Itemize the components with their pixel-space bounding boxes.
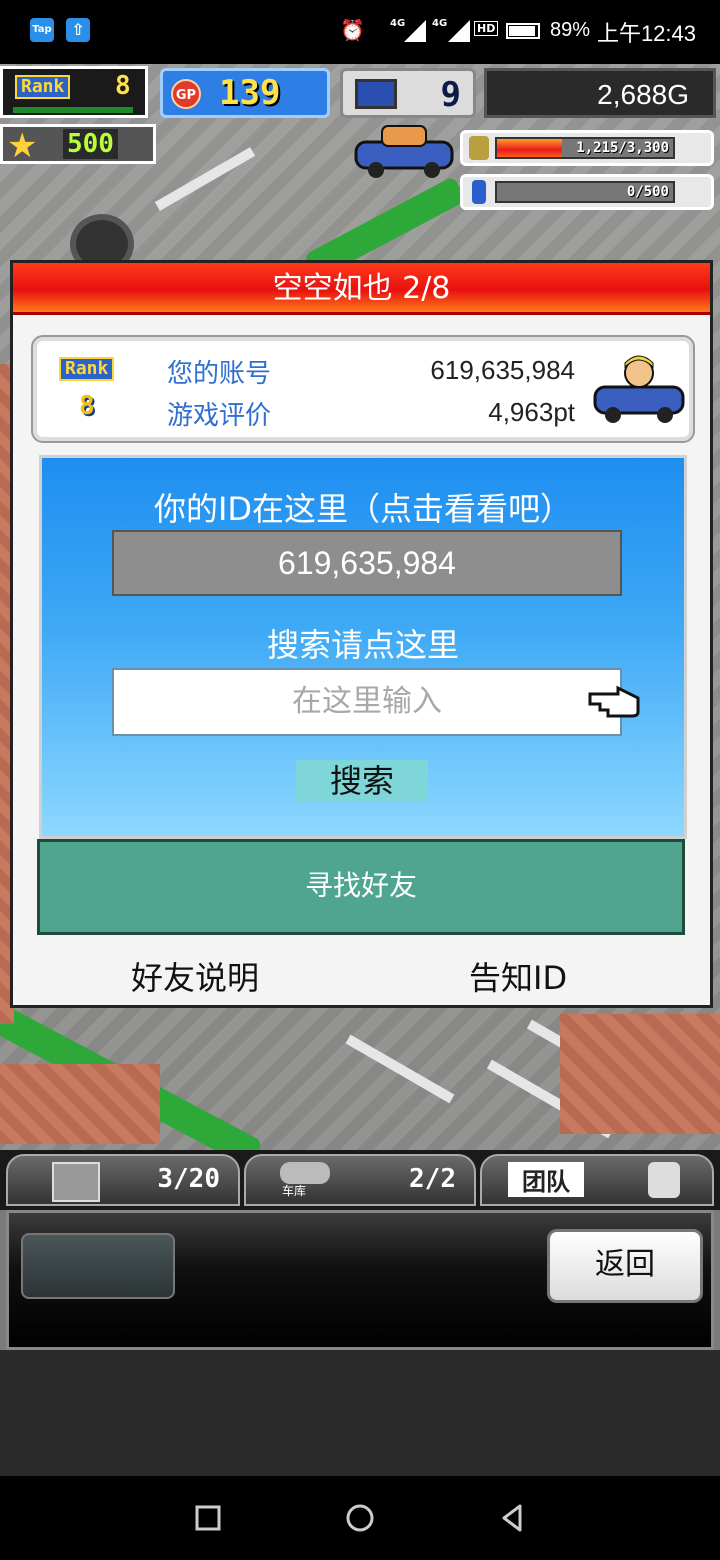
- clock: 上午12:43: [596, 21, 696, 46]
- back-button[interactable]: 返回: [547, 1229, 703, 1303]
- empty-area: [0, 1350, 720, 1476]
- computer-icon: [355, 79, 397, 109]
- battery-percent: 89%: [549, 19, 590, 41]
- bottom-tabs: 3/20 车库 2/2 团队: [0, 1150, 720, 1210]
- id-heading: 你的ID在这里（点击看看吧）: [153, 490, 573, 528]
- star-icon: ★: [7, 126, 38, 166]
- tell-id-link[interactable]: 告知ID: [469, 953, 567, 999]
- alarm-icon: ⏰: [340, 18, 365, 42]
- player-car-icon: [593, 355, 685, 423]
- id-search-panel: 你的ID在这里（点击看看吧） 619,635,984 搜索请点这里 在这里输入 …: [39, 455, 687, 839]
- gp-display[interactable]: GP 139: [160, 68, 330, 118]
- network-4g-label-2: 4G: [432, 18, 448, 29]
- battery-icon: [506, 23, 540, 39]
- tap-app-icon: Tap: [30, 18, 54, 42]
- gp-coin-icon: GP: [171, 79, 201, 109]
- navigation-bar: [0, 1476, 720, 1560]
- rating-value: 4,963pt: [488, 397, 575, 427]
- search-heading: 搜索请点这里: [266, 626, 459, 664]
- account-label: 您的账号: [167, 359, 272, 389]
- find-friends-button[interactable]: 寻找好友: [37, 839, 685, 935]
- resource-bar-1-fill: [497, 139, 562, 157]
- resource-meter-1[interactable]: 1,215/3,300: [460, 130, 714, 166]
- rating-label: 游戏评价: [167, 401, 272, 431]
- profile-card: Rank 8 您的账号 619,635,984 游戏评价 4,963pt: [31, 335, 695, 443]
- player-id-display[interactable]: 619,635,984: [112, 530, 622, 596]
- back-nav-icon[interactable]: [490, 1496, 534, 1540]
- signal-icon-2: [448, 20, 470, 42]
- hd-icon: HD: [474, 21, 499, 36]
- star-points-value: 500: [63, 129, 118, 159]
- tab-inventory[interactable]: 3/20: [6, 1154, 240, 1206]
- sidewalk: [560, 1014, 720, 1134]
- road-marking: [345, 1034, 455, 1104]
- box-icon: [52, 1162, 100, 1202]
- rank-value: 8: [115, 71, 131, 101]
- resource-bar-2: 0/500: [495, 181, 675, 203]
- computer-count-value: 9: [440, 75, 461, 115]
- network-4g-label: 4G: [390, 18, 406, 29]
- profile-rank-value: 8: [79, 391, 95, 421]
- tab-garage[interactable]: 车库 2/2: [244, 1154, 476, 1206]
- signal-icon: [404, 20, 426, 42]
- road-marking: [154, 147, 256, 211]
- search-button[interactable]: 搜索: [296, 760, 428, 802]
- sidewalk: [0, 1064, 160, 1144]
- money-value: 2,688G: [597, 79, 689, 110]
- friends-dialog: 空空如也 2/8 Rank 8 您的账号 619,635,984 游戏评价 4,…: [10, 260, 713, 1008]
- blank-button[interactable]: [21, 1233, 175, 1299]
- blue-car-icon: [354, 125, 454, 178]
- rank-progress-bar: [13, 107, 133, 113]
- coin-stack-icon: [469, 136, 489, 160]
- pointing-hand-icon: [588, 685, 640, 718]
- home-icon[interactable]: [338, 1496, 382, 1540]
- friend-help-link[interactable]: 好友说明: [131, 953, 259, 999]
- money-display[interactable]: 2,688G: [484, 68, 716, 118]
- garage-car-icon: [280, 1162, 330, 1184]
- resource-bar-1: 1,215/3,300: [495, 137, 675, 159]
- profile-rank-label: Rank: [59, 357, 115, 381]
- garage-label: 车库: [282, 1184, 307, 1198]
- computer-count-display[interactable]: 9: [340, 68, 476, 118]
- rank-display[interactable]: Rank 8: [0, 66, 148, 118]
- resource-1-text: 1,215/3,300: [576, 140, 669, 156]
- garage-count: 2/2: [409, 1164, 456, 1194]
- dialog-title: 空空如也 2/8: [13, 263, 710, 315]
- rank-label: Rank: [15, 75, 71, 99]
- gp-value: 139: [219, 73, 281, 113]
- tab-team[interactable]: 团队: [480, 1154, 714, 1206]
- team-member-icon: [648, 1162, 680, 1198]
- star-points-display[interactable]: ★ 500: [0, 124, 156, 166]
- upload-arrow-icon: ⇧: [66, 18, 90, 42]
- inventory-count: 3/20: [157, 1164, 220, 1194]
- status-bar: Tap ⇧ ⏰ 4G 4G HD 89% 上午12:43: [0, 0, 720, 64]
- account-value: 619,635,984: [430, 355, 575, 385]
- resource-meter-2[interactable]: 0/500: [460, 174, 714, 210]
- team-label: 团队: [508, 1162, 584, 1197]
- resource-2-text: 0/500: [626, 184, 669, 200]
- recent-apps-icon[interactable]: [186, 1496, 230, 1540]
- search-placeholder: 在这里输入: [292, 684, 442, 719]
- search-id-input[interactable]: 在这里输入: [112, 668, 640, 736]
- control-bar: 返回: [6, 1210, 714, 1350]
- bottle-icon: [472, 180, 486, 204]
